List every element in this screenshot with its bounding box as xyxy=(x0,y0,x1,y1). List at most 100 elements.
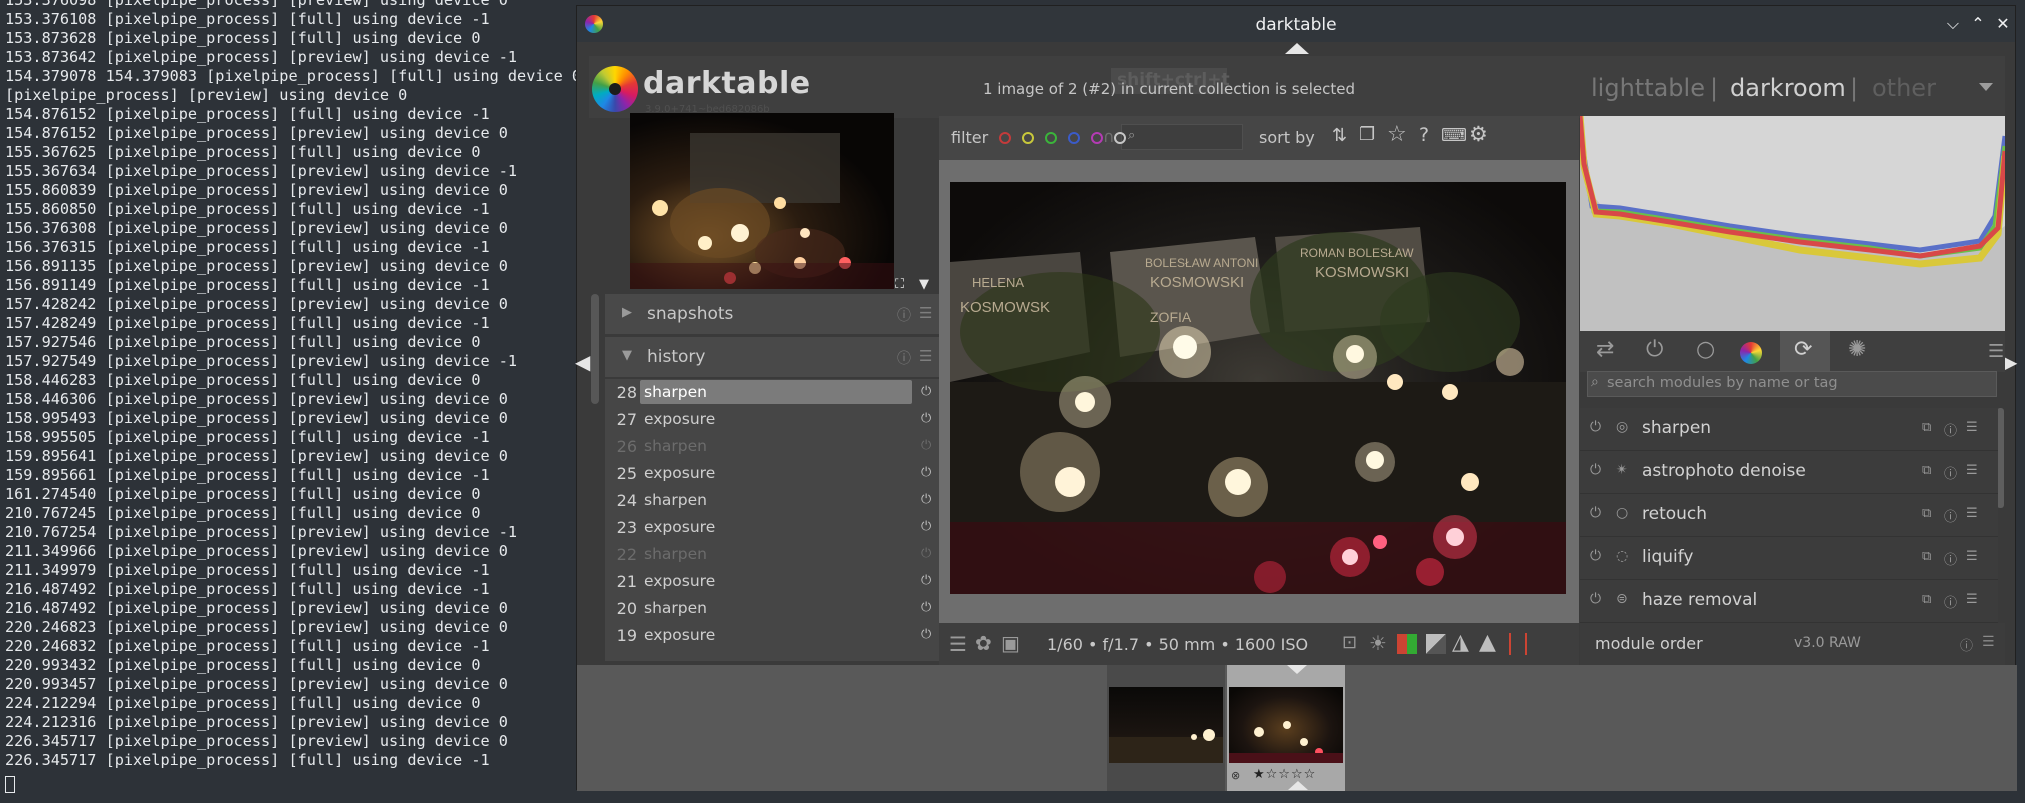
gear-icon[interactable]: ⚙ xyxy=(1469,122,1488,146)
color-label-filter-icon[interactable] xyxy=(1045,132,1057,144)
star-rating[interactable]: ★☆☆☆☆ xyxy=(1253,767,1316,782)
module-item[interactable]: ⏻ ◌ liquify ⧉ ⓘ ☰ xyxy=(1580,537,1998,580)
history-item[interactable]: 24 sharpen ⏻ xyxy=(605,487,940,514)
power-icon[interactable]: ⏻ xyxy=(1590,419,1601,435)
maximize-button[interactable]: ⌃ xyxy=(1966,12,1990,36)
module-order-section[interactable]: module order v3.0 RAW ⓘ ☰ xyxy=(1580,623,2005,665)
star-icon[interactable]: ☆ xyxy=(1387,122,1407,147)
top-panel-collapse-icon[interactable] xyxy=(1285,43,1309,54)
snapshots-section-header[interactable]: ▶ snapshots ⓘ ☰ xyxy=(605,294,940,334)
sort-order-icon[interactable]: ⇅ xyxy=(1332,125,1347,146)
module-item[interactable]: ⏻ ◎ sharpen ⧉ ⓘ ☰ xyxy=(1580,408,1998,451)
reset-icon[interactable]: ⓘ xyxy=(1944,463,1957,482)
minimize-button[interactable]: ⌵ xyxy=(1941,12,1965,36)
quick-access-icon[interactable]: ☰ xyxy=(949,632,967,656)
zoom-fit-icon[interactable]: ⛶ xyxy=(895,277,904,292)
presets-menu-icon[interactable]: ☰ xyxy=(1966,549,1978,564)
presets-menu-icon[interactable]: ☰ xyxy=(919,304,932,322)
effect-modules-tab-icon[interactable]: ✺ xyxy=(1848,337,1866,362)
raw-overexposed-icon[interactable] xyxy=(1426,634,1446,654)
grouping-icon[interactable]: ❐ xyxy=(1359,124,1375,145)
text-search-input[interactable]: ⌕ xyxy=(1121,124,1243,150)
color-label-filter-icon[interactable] xyxy=(1022,132,1034,144)
right-panel-scrollbar[interactable] xyxy=(1997,408,2004,508)
close-button[interactable]: ✕ xyxy=(1991,12,2015,36)
power-icon[interactable]: ⏻ xyxy=(1590,505,1601,521)
view-other[interactable]: other xyxy=(1872,74,1936,102)
color-label-filter-icon[interactable] xyxy=(999,132,1011,144)
module-item[interactable]: ⏻ ⊜ haze removal ⧉ ⓘ ☰ xyxy=(1580,580,1998,623)
history-item[interactable]: 25 exposure ⏻ xyxy=(605,460,940,487)
navigation-thumbnail[interactable] xyxy=(630,113,894,289)
help-icon[interactable]: ? xyxy=(1419,124,1429,146)
keyboard-shortcuts-icon[interactable]: ⌨ xyxy=(1441,125,1467,146)
chevron-down-icon[interactable]: ▼ xyxy=(919,277,929,292)
reset-icon[interactable]: ⓘ xyxy=(1944,506,1957,525)
iso12646-icon[interactable]: ☀ xyxy=(1369,631,1387,655)
bottom-panel-collapse-icon[interactable] xyxy=(1288,781,1308,790)
left-panel-toggle-icon[interactable]: ◀ xyxy=(575,350,590,374)
presets-menu-icon[interactable]: ☰ xyxy=(1966,506,1978,521)
reset-icon[interactable]: ⓘ xyxy=(1960,635,1973,654)
filmstrip-thumbnail-selected[interactable]: ⊗ ★☆☆☆☆ xyxy=(1227,665,1345,791)
power-icon[interactable]: ⏻ xyxy=(1590,462,1601,478)
presets-menu-icon[interactable]: ☰ xyxy=(1982,634,1995,650)
power-icon[interactable]: ⏻ xyxy=(1590,548,1601,564)
history-item[interactable]: 28 sharpen ⏻ xyxy=(605,379,940,406)
reset-icon[interactable]: ⓘ xyxy=(1944,420,1957,439)
module-item[interactable]: ⏻ ○ retouch ⧉ ⓘ ☰ xyxy=(1580,494,1998,537)
base-modules-tab-icon[interactable]: ○ xyxy=(1696,337,1715,362)
reset-icon[interactable]: ⓘ xyxy=(897,305,911,325)
guides-icon[interactable] xyxy=(1509,633,1527,655)
presets-menu-icon[interactable]: ☰ xyxy=(1966,420,1978,435)
color-label-filter-icon[interactable] xyxy=(1114,132,1126,144)
main-image[interactable]: HELENA KOSMOWSK BOLESŁAW ANTONI KOSMOWSK… xyxy=(950,182,1566,594)
presets-menu-icon[interactable]: ☰ xyxy=(1966,463,1978,478)
history-section-header[interactable]: ▼ history ⓘ ☰ xyxy=(605,337,940,377)
history-item[interactable]: 22 sharpen ⏻ xyxy=(605,541,940,568)
history-item[interactable]: 27 exposure ⏻ xyxy=(605,406,940,433)
color-modules-tab-icon[interactable] xyxy=(1740,342,1762,364)
color-label-reset-icon[interactable]: ∩ xyxy=(1103,127,1115,146)
multi-instance-icon[interactable]: ⧉ xyxy=(1922,463,1931,478)
styles-icon[interactable]: ✿ xyxy=(975,631,992,655)
left-panel-scrollbar[interactable] xyxy=(591,294,599,404)
multi-instance-icon[interactable]: ⧉ xyxy=(1922,592,1931,607)
reset-icon[interactable]: ⓘ xyxy=(897,348,911,368)
history-item[interactable]: 19 exposure ⏻ xyxy=(605,622,940,649)
history-item[interactable]: 23 exposure ⏻ xyxy=(605,514,940,541)
gamut-check-icon[interactable]: ▲ xyxy=(1479,630,1496,655)
reject-icon[interactable]: ⊗ xyxy=(1231,769,1240,782)
presets-menu-icon[interactable]: ☰ xyxy=(1966,592,1978,607)
power-icon[interactable]: ⏻ xyxy=(1590,591,1601,607)
multi-instance-icon[interactable]: ⧉ xyxy=(1922,549,1931,564)
multi-instance-icon[interactable]: ⧉ xyxy=(1922,420,1931,435)
reset-icon[interactable]: ⓘ xyxy=(1944,592,1957,611)
color-assessment-icon[interactable] xyxy=(1397,634,1417,654)
histogram[interactable] xyxy=(1576,115,2009,331)
bottom-toolbar: ☰ ✿ ▣ 1/60 • f/1.7 • 50 mm • 1600 ISO ⊡ … xyxy=(939,623,1579,665)
terminal[interactable]: 153.376098 [pixelpipe_process] [preview]… xyxy=(0,0,581,803)
filmstrip[interactable]: ⊗ ★☆☆☆☆ xyxy=(577,665,2017,791)
color-label-filter-icon[interactable] xyxy=(1068,132,1080,144)
softproof-icon[interactable]: ◮ xyxy=(1452,630,1469,655)
history-item[interactable]: 21 exposure ⏻ xyxy=(605,568,940,595)
terminal-line: 224.212294 [pixelpipe_process] [full] us… xyxy=(5,694,481,712)
focus-peaking-icon[interactable]: ⊡ xyxy=(1342,632,1357,653)
multi-instance-icon[interactable]: ⧉ xyxy=(1922,506,1931,521)
chevron-down-icon[interactable] xyxy=(1979,83,1993,91)
correct-modules-tab-icon[interactable]: ⟳ xyxy=(1794,337,1812,362)
view-darkroom[interactable]: darkroom xyxy=(1730,74,1846,102)
filmstrip-thumbnail[interactable] xyxy=(1107,665,1225,791)
presets-menu-icon[interactable]: ☰ xyxy=(1988,341,2004,362)
active-modules-tab-icon[interactable]: ⏻ xyxy=(1646,337,1663,362)
reset-icon[interactable]: ⓘ xyxy=(1944,549,1957,568)
module-item[interactable]: ⏻ ✴ astrophoto denoise ⧉ ⓘ ☰ xyxy=(1580,451,1998,494)
history-item[interactable]: 20 sharpen ⏻ xyxy=(605,595,940,622)
history-item[interactable]: 26 sharpen ⏻ xyxy=(605,433,940,460)
quick-access-tab-icon[interactable]: ⇄ xyxy=(1596,337,1614,362)
color-label-filter-icon[interactable] xyxy=(1091,132,1103,144)
second-window-icon[interactable]: ▣ xyxy=(1001,631,1020,655)
view-lighttable[interactable]: lighttable xyxy=(1591,74,1705,102)
presets-menu-icon[interactable]: ☰ xyxy=(919,347,932,365)
